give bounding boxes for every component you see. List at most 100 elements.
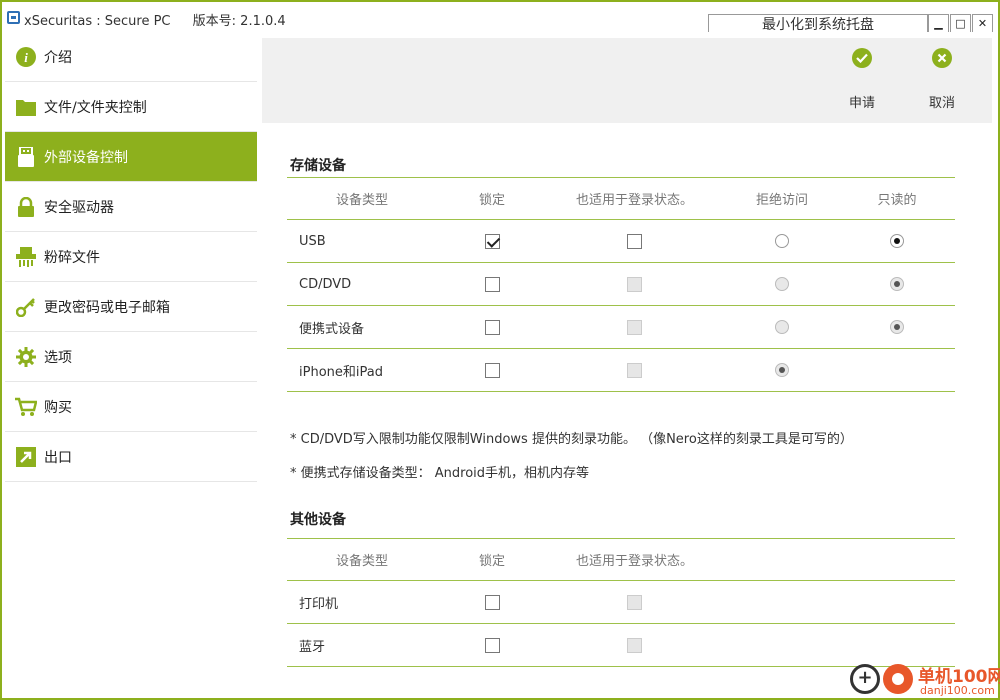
lock-checkbox[interactable]	[484, 362, 500, 378]
minimize-button[interactable]: ▁	[928, 14, 949, 33]
watermark-domain: danji100.com	[920, 684, 995, 697]
lock-checkbox[interactable]	[484, 233, 500, 249]
deny-access-radio	[775, 363, 789, 377]
title-bar: xSecuritas : Secure PC 版本号: 2.1.0.4 最小化到…	[2, 2, 998, 33]
col-header-login: 也适用于登录状态。	[575, 554, 693, 569]
cart-icon	[15, 396, 37, 418]
device-type-cell: 打印机	[299, 581, 449, 623]
close-icon	[932, 48, 952, 68]
storage-section-title: 存储设备	[290, 158, 346, 174]
login-state-checkbox	[627, 637, 642, 653]
table-row: iPhone和iPad	[287, 349, 955, 392]
gear-icon	[15, 346, 37, 368]
lock-cell	[457, 624, 527, 666]
deny-cell	[742, 306, 822, 348]
login-state-checkbox	[627, 594, 642, 610]
sidebar-item-options[interactable]: 选项	[5, 332, 257, 382]
close-button[interactable]: ✕	[972, 14, 993, 33]
device-type-label: CD/DVD	[299, 276, 352, 292]
lock-checkbox[interactable]	[484, 594, 500, 610]
lock-cell	[457, 220, 527, 262]
sidebar-item-external-device-control[interactable]: 外部设备控制	[5, 132, 257, 182]
table-row: 蓝牙	[287, 624, 955, 667]
site-watermark: + 单机100网 danji100.com	[850, 662, 1000, 698]
readonly-radio[interactable]	[890, 234, 904, 248]
sidebar-item-secure-drive[interactable]: 安全驱动器	[5, 182, 257, 232]
sidebar-item-purchase[interactable]: 购买	[5, 382, 257, 432]
app-window: xSecuritas : Secure PC 版本号: 2.1.0.4 最小化到…	[0, 0, 1000, 700]
col-header-type: 设备类型	[335, 193, 388, 208]
col-header-type: 设备类型	[335, 554, 388, 569]
note-cd-dvd: * CD/DVD写入限制功能仅限制Windows 提供的刻录功能。 （像Nero…	[290, 432, 853, 447]
readonly-cell	[862, 220, 932, 262]
login-state-checkbox	[627, 362, 642, 378]
device-type-cell: iPhone和iPad	[299, 349, 449, 391]
device-type-label: 打印机	[299, 596, 339, 612]
apply-button[interactable]: 申请	[832, 48, 892, 111]
login-cell	[557, 220, 712, 262]
lock-cell	[457, 263, 527, 305]
table-row: USB	[287, 220, 955, 263]
login-cell	[557, 349, 712, 391]
cancel-button[interactable]: 取消	[912, 48, 972, 111]
sidebar: i 介绍 文件/文件夹控制 外部设备控制 安全驱动器 粉碎文件 更改密码或电子邮…	[5, 32, 257, 698]
window-title: xSecuritas : Secure PC 版本号: 2.1.0.4	[24, 10, 286, 29]
lock-cell	[457, 349, 527, 391]
storage-device-table: 设备类型 锁定 也适用于登录状态。 拒绝访问 只读的 USB CD/DVD 便携式设…	[287, 177, 955, 392]
plus-icon: +	[850, 664, 880, 694]
key-icon	[15, 296, 37, 318]
readonly-radio	[890, 320, 904, 334]
col-header-readonly: 只读的	[877, 193, 917, 208]
sidebar-item-intro[interactable]: i 介绍	[5, 32, 257, 82]
login-cell	[557, 306, 712, 348]
login-cell	[557, 624, 712, 666]
device-type-label: 蓝牙	[299, 639, 326, 655]
sidebar-item-change-password-email[interactable]: 更改密码或电子邮箱	[5, 282, 257, 332]
device-type-label: 便携式设备	[299, 321, 365, 337]
sidebar-item-label: 安全驱动器	[44, 199, 114, 216]
lock-checkbox[interactable]	[484, 319, 500, 335]
lock-cell	[457, 306, 527, 348]
readonly-cell	[862, 263, 932, 305]
other-section-title: 其他设备	[290, 512, 346, 528]
sidebar-item-label: 购买	[44, 399, 72, 416]
maximize-button[interactable]: □	[950, 14, 971, 33]
lock-cell	[457, 581, 527, 623]
check-icon	[852, 48, 872, 68]
sidebar-item-label: 选项	[44, 349, 72, 366]
action-toolbar: 申请 取消	[262, 38, 992, 123]
record-icon	[883, 664, 913, 694]
sidebar-item-file-folder-control[interactable]: 文件/文件夹控制	[5, 82, 257, 132]
lock-checkbox[interactable]	[484, 276, 500, 292]
device-type-cell: USB	[299, 220, 449, 262]
info-icon: i	[15, 46, 37, 68]
sidebar-item-shred-files[interactable]: 粉碎文件	[5, 232, 257, 282]
sidebar-item-label: 粉碎文件	[44, 249, 100, 266]
login-state-checkbox[interactable]	[627, 233, 642, 249]
col-header-deny: 拒绝访问	[755, 193, 808, 208]
minimize-to-tray-button[interactable]: 最小化到系统托盘	[708, 14, 928, 33]
login-state-checkbox	[627, 276, 642, 292]
col-header-lock: 锁定	[478, 554, 505, 569]
usb-drive-icon	[15, 146, 37, 168]
device-type-label: iPhone和iPad	[299, 364, 383, 380]
sidebar-item-label: 出口	[44, 449, 72, 466]
deny-cell	[742, 349, 822, 391]
lock-icon	[15, 196, 37, 218]
main-panel: 申请 取消 存储设备 设备类型 锁定 也适用于登录状态。 拒绝访问 只读的 US…	[260, 32, 994, 698]
sidebar-item-label: 更改密码或电子邮箱	[44, 299, 170, 316]
exit-icon	[15, 446, 37, 468]
deny-access-radio[interactable]	[775, 234, 789, 248]
readonly-radio	[890, 277, 904, 291]
sidebar-item-exit[interactable]: 出口	[5, 432, 257, 482]
col-header-lock: 锁定	[478, 193, 505, 208]
login-state-checkbox	[627, 319, 642, 335]
lock-checkbox[interactable]	[484, 637, 500, 653]
app-version: 版本号: 2.1.0.4	[192, 14, 286, 29]
table-row: CD/DVD	[287, 263, 955, 306]
login-cell	[557, 581, 712, 623]
svg-text:i: i	[24, 50, 28, 65]
deny-access-radio	[775, 277, 789, 291]
col-header-login: 也适用于登录状态。	[575, 193, 693, 208]
device-type-cell: 蓝牙	[299, 624, 449, 666]
